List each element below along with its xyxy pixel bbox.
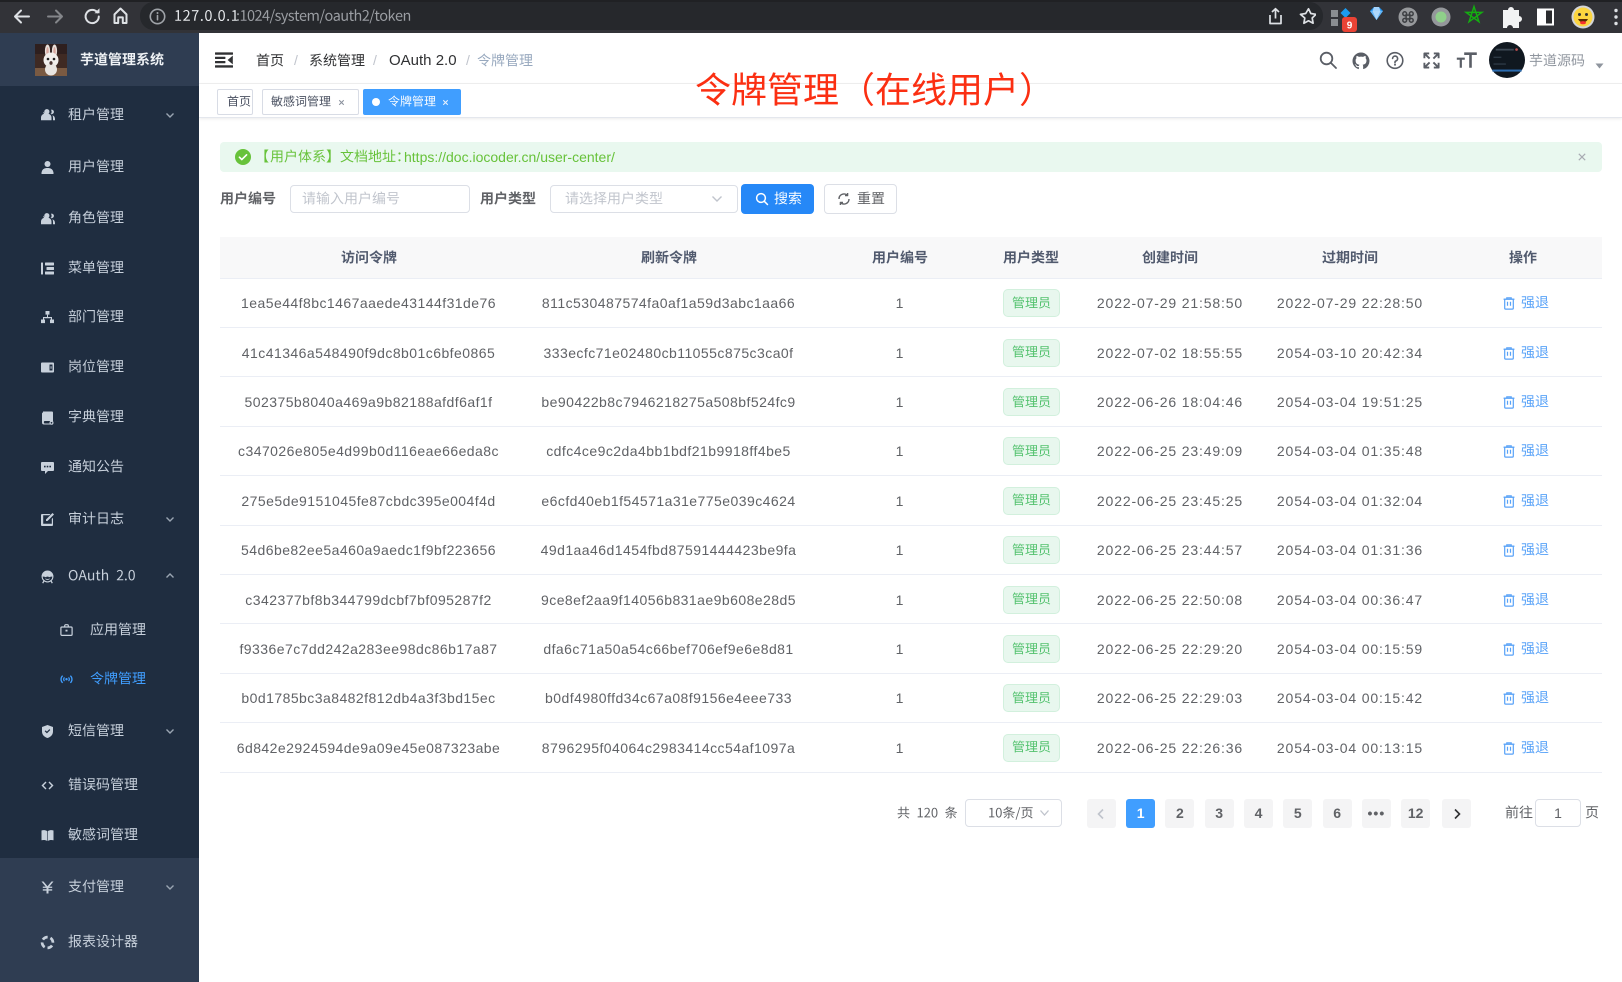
svg-text:9: 9 <box>1347 21 1353 32</box>
